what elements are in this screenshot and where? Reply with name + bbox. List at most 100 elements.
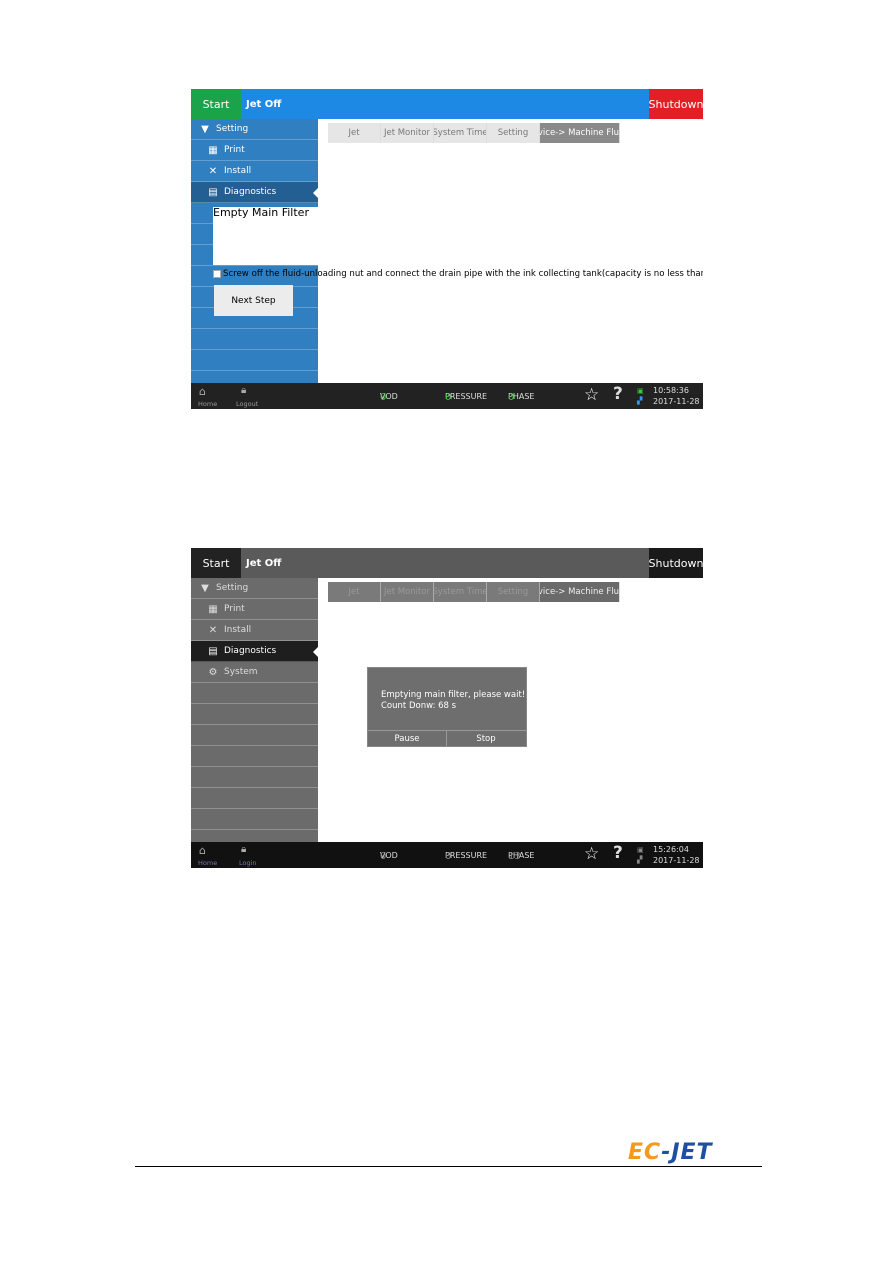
home-icon[interactable]: ⌂ <box>199 844 206 857</box>
tab-system-time[interactable]: System Time <box>434 582 487 602</box>
sidebar-item-empty <box>191 350 318 371</box>
sidebar-label: System <box>224 667 258 677</box>
lock-icon[interactable]: 🔒︎ <box>241 844 246 855</box>
countdown-text: Count Donw: 68 s <box>381 701 457 711</box>
lock-icon[interactable]: 🔒︎ <box>241 385 246 396</box>
tab-service-machine-fluid[interactable]: Service-> Machine Flu <box>540 582 620 602</box>
tab-bar: Jet Jet Monitor System Time Setting rvic… <box>328 123 620 143</box>
jet-status: Jet Off <box>246 98 282 110</box>
start-button[interactable]: Start <box>191 89 241 119</box>
phase-value: 13 <box>508 851 521 862</box>
home-label[interactable]: Home <box>198 859 217 867</box>
network-icon: ▣ <box>637 846 644 854</box>
sidebar-label: Install <box>224 166 252 176</box>
status-bar: ⌂ Home 🔒︎ Logout VOD 0 PRESSURE 0 PHASE … <box>191 383 703 409</box>
sidebar-item-empty <box>191 746 318 767</box>
tab-jet[interactable]: Jet <box>328 123 381 143</box>
sidebar: ▼ Setting ▦ Print ✕ Install ▤ Diagnostics ⚙ S… <box>191 578 318 842</box>
sidebar-item-install[interactable]: ✕ Install <box>191 161 318 182</box>
star-icon[interactable]: ☆ <box>584 844 599 864</box>
sidebar-item-empty <box>191 767 318 788</box>
sidebar-item-empty <box>191 809 318 830</box>
screenshot-emptying-dialog: Start Jet Off Shutdown ▼ Setting ▦ Print ✕… <box>191 548 703 868</box>
tab-service-machine-fluid[interactable]: rvice-> Machine Flu <box>540 123 620 143</box>
diagnostics-icon: ▤ <box>208 645 218 657</box>
print-icon: ▦ <box>208 144 218 156</box>
progress-dialog: Emptying main filter, please wait! Count… <box>367 667 527 747</box>
tab-setting[interactable]: Setting <box>487 582 540 602</box>
ec-jet-logo: EC-JET <box>628 1140 713 1165</box>
date-display: 2017-11-28 <box>653 397 700 406</box>
sidebar-label: Print <box>224 604 245 614</box>
dialog-message-text: Emptying main filter, please wait! <box>381 690 526 700</box>
home-icon[interactable]: ⌂ <box>199 385 206 398</box>
sidebar-item-print[interactable]: ▦ Print <box>191 140 318 161</box>
sidebar-label: Diagnostics <box>224 646 277 656</box>
tab-system-time[interactable]: System Time <box>434 123 487 143</box>
help-icon[interactable]: ? <box>613 843 623 863</box>
phase-value: 0 <box>508 392 515 403</box>
sidebar-label: Setting <box>216 583 249 593</box>
date-display: 2017-11-28 <box>653 856 700 865</box>
shutdown-button[interactable]: Shutdown <box>649 89 703 119</box>
sidebar-label: Install <box>224 625 252 635</box>
logout-label[interactable]: Logout <box>236 400 258 408</box>
sidebar-item-diagnostics[interactable]: ▤ Diagnostics <box>191 641 318 662</box>
header-bar: Start Jet Off Shutdown <box>191 548 703 578</box>
vod-value: 0 <box>380 392 387 403</box>
home-label[interactable]: Home <box>198 400 217 408</box>
next-step-button[interactable]: Next Step <box>214 285 293 316</box>
sidebar-item-system[interactable]: ⚙ System <box>191 662 318 683</box>
pause-button[interactable]: Pause <box>368 730 447 746</box>
stop-button[interactable]: Stop <box>446 730 526 746</box>
footer-rule <box>135 1166 762 1167</box>
sidebar-item-setting[interactable]: ▼ Setting <box>191 578 318 599</box>
pressure-value: 0 <box>445 392 452 403</box>
tab-jet-monitor[interactable]: Jet Monitor <box>381 123 434 143</box>
sidebar-label: Diagnostics <box>224 187 277 197</box>
connection-icon: ▞ <box>637 856 643 864</box>
diagnostics-icon: ▤ <box>208 186 218 198</box>
tools-icon: ✕ <box>208 165 218 177</box>
status-bar: ⌂ Home 🔒︎ Login VOD 0 PRESSURE 0 PHASE 1… <box>191 842 703 868</box>
tab-bar: Jet Jet Monitor System Time Setting Serv… <box>328 582 620 602</box>
instruction-text: Screw off the fluid-unloading nut and co… <box>223 269 703 279</box>
sidebar-item-empty <box>191 704 318 725</box>
connection-icon: ▞ <box>637 397 643 405</box>
sidebar-item-diagnostics[interactable]: ▤ Diagnostics <box>191 182 318 203</box>
sidebar-item-install[interactable]: ✕ Install <box>191 620 318 641</box>
panel-title: Empty Main Filter <box>213 206 309 219</box>
sidebar-item-empty <box>191 725 318 746</box>
network-icon: ▣ <box>637 387 644 395</box>
tab-setting[interactable]: Setting <box>487 123 540 143</box>
gears-icon: ⚙ <box>208 666 218 678</box>
vod-value: 0 <box>380 851 387 862</box>
dialog-message: Emptying main filter, please wait! Count… <box>381 690 525 712</box>
tab-jet[interactable]: Jet <box>328 582 381 602</box>
triangle-down-icon: ▼ <box>201 582 209 594</box>
time-display: 10:58:36 <box>653 386 689 395</box>
instruction-row: Screw off the fluid-unloading nut and co… <box>213 269 703 279</box>
sidebar-item-setting[interactable]: ▼ Setting <box>191 119 318 140</box>
sidebar-label: Print <box>224 145 245 155</box>
print-icon: ▦ <box>208 603 218 615</box>
sidebar-item-empty <box>191 329 318 350</box>
screenshot-empty-main-filter: Start Jet Off Shutdown ▼ Setting ▦ Print ✕… <box>191 89 703 409</box>
tab-jet-monitor[interactable]: Jet Monitor <box>381 582 434 602</box>
start-button[interactable]: Start <box>191 548 241 578</box>
sidebar-item-empty <box>191 683 318 704</box>
confirm-checkbox[interactable] <box>213 270 221 278</box>
help-icon[interactable]: ? <box>613 384 623 404</box>
tools-icon: ✕ <box>208 624 218 636</box>
pressure-value: 0 <box>445 851 452 862</box>
jet-status: Jet Off <box>246 557 282 569</box>
triangle-down-icon: ▼ <box>201 123 209 135</box>
sidebar-item-print[interactable]: ▦ Print <box>191 599 318 620</box>
login-label[interactable]: Login <box>239 859 257 867</box>
sidebar-item-empty <box>191 788 318 809</box>
star-icon[interactable]: ☆ <box>584 385 599 405</box>
header-bar: Start Jet Off Shutdown <box>191 89 703 119</box>
sidebar-label: Setting <box>216 124 249 134</box>
shutdown-button[interactable]: Shutdown <box>649 548 703 578</box>
time-display: 15:26:04 <box>653 845 689 854</box>
